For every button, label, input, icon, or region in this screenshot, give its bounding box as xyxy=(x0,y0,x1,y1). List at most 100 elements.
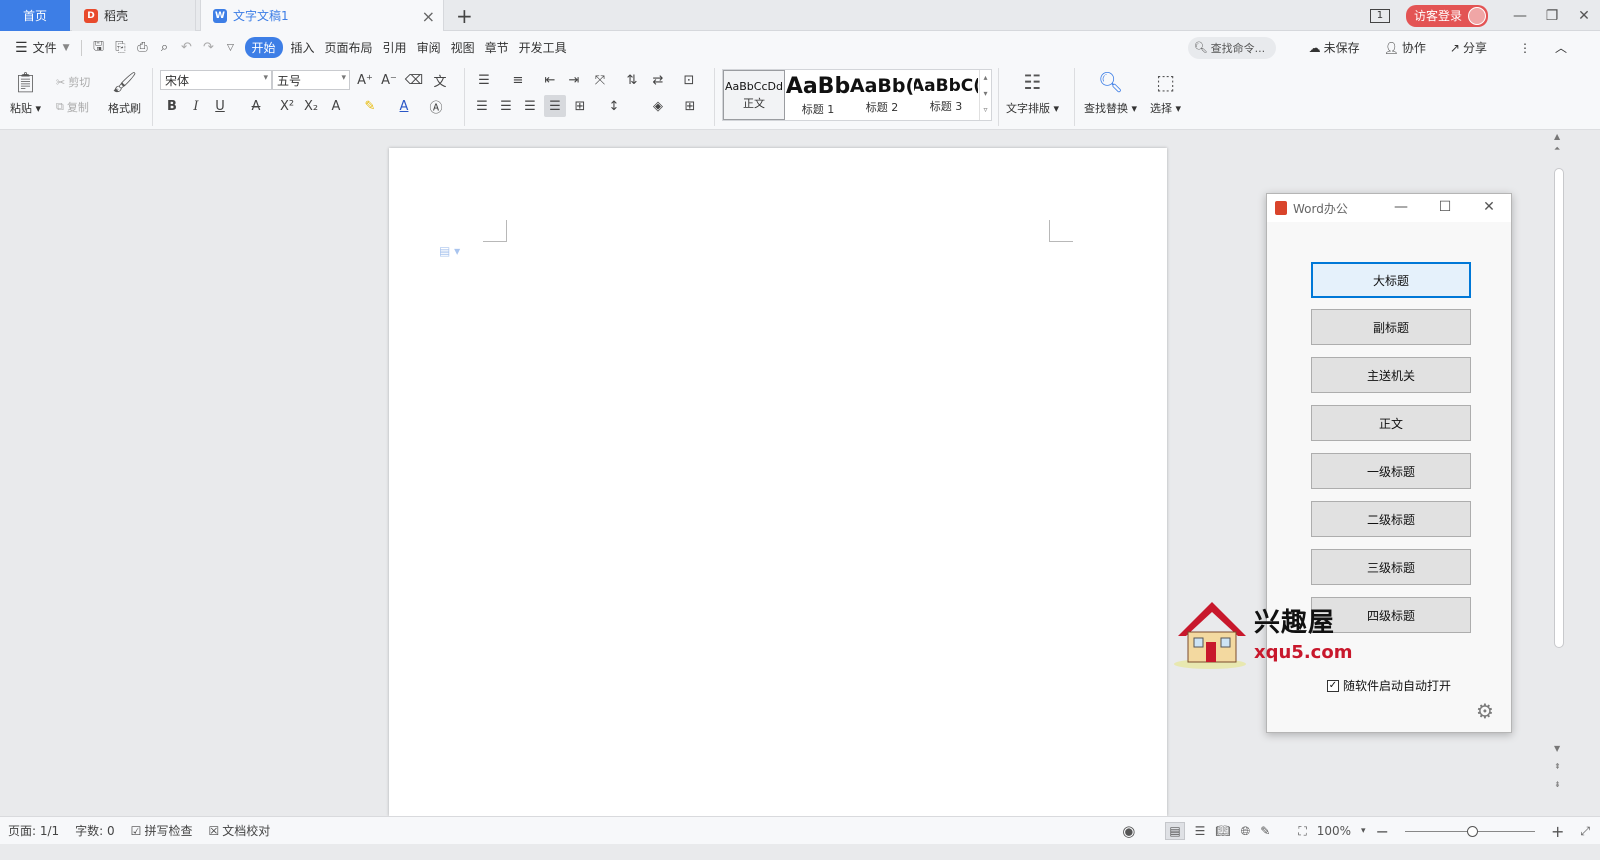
collapse-ribbon-icon[interactable]: ︿ xyxy=(1550,39,1572,56)
zoom-dropdown-icon[interactable]: ▾ xyxy=(1361,826,1366,836)
font-color-icon[interactable]: A xyxy=(394,96,414,116)
spell-check-button[interactable]: ☑ 拼写检查 xyxy=(123,822,201,839)
show-marks-icon[interactable]: ⊡ xyxy=(679,70,699,90)
tab-daoke[interactable]: D 稻壳 xyxy=(72,0,196,31)
paste-button[interactable]: 📋︎ 粘贴 ▾ xyxy=(10,68,41,116)
close-window-icon[interactable]: ✕ xyxy=(1568,8,1600,24)
strikethrough-icon[interactable]: A xyxy=(246,96,266,116)
fit-page-icon[interactable]: ⛶ xyxy=(1298,824,1306,839)
print-preview-icon[interactable]: ⌕ xyxy=(154,40,176,55)
print-icon[interactable]: ⎙ xyxy=(132,40,154,55)
unsaved-button[interactable]: ☁ 未保存 xyxy=(1304,39,1365,56)
share-button[interactable]: ↗ 分享 xyxy=(1445,39,1492,56)
increase-indent-icon[interactable]: ⇥ xyxy=(564,70,584,90)
level-3-heading-button[interactable]: 三级标题 xyxy=(1311,549,1471,585)
text-layout-button[interactable]: ☷ 文字排版 ▾ xyxy=(1006,68,1059,116)
level-2-heading-button[interactable]: 二级标题 xyxy=(1311,501,1471,537)
align-left-icon[interactable]: ☰ xyxy=(472,96,492,116)
autostart-checkbox[interactable]: ✓ 随软件启动自动打开 xyxy=(1327,677,1451,694)
highlight-icon[interactable]: ✎ xyxy=(360,96,380,116)
tab-page-layout[interactable]: 页面布局 xyxy=(320,39,378,56)
document-page[interactable]: ▤ ▾ xyxy=(389,148,1167,816)
phonetic-guide-icon[interactable]: 文 xyxy=(430,70,450,90)
line-spacing-icon[interactable]: ↕ xyxy=(604,96,624,116)
export-icon[interactable]: ⎘ xyxy=(110,40,132,55)
superscript-icon[interactable]: X² xyxy=(277,96,297,116)
zoom-slider[interactable] xyxy=(1404,825,1535,837)
find-replace-button[interactable]: 🔍︎ 查找替换 ▾ xyxy=(1084,68,1137,116)
new-tab-plus-icon[interactable]: + xyxy=(456,4,473,28)
tab-developer[interactable]: 开发工具 xyxy=(514,39,572,56)
recipient-button[interactable]: 主送机关 xyxy=(1311,357,1471,393)
font-name-select[interactable]: 宋体 xyxy=(160,70,272,90)
grow-font-icon[interactable]: A⁺ xyxy=(355,70,375,90)
reading-view-icon[interactable]: 📖︎ xyxy=(1215,824,1230,838)
align-right-icon[interactable]: ☰ xyxy=(520,96,540,116)
justify-icon[interactable]: ☰ xyxy=(545,96,565,116)
fullscreen-icon[interactable]: ⤢ xyxy=(1580,824,1590,839)
shading-icon[interactable]: ◈ xyxy=(648,96,668,116)
file-menu[interactable]: ☰ 文件 ▼ xyxy=(10,39,75,56)
paragraph-direction-icon[interactable]: ⇄ xyxy=(648,70,668,90)
bold-icon[interactable]: B xyxy=(162,96,182,116)
scrollbar-thumb[interactable] xyxy=(1554,168,1564,648)
next-page-icon[interactable]: ⇟ xyxy=(1554,780,1561,789)
text-effect-icon[interactable]: A xyxy=(326,96,346,116)
style-heading-2[interactable]: AaBb( 标题 2 xyxy=(850,70,914,120)
prev-page-icon[interactable]: ⇞ xyxy=(1554,762,1561,771)
doc-proof-button[interactable]: ☒ 文档校对 xyxy=(200,822,278,839)
zoom-in-icon[interactable]: + xyxy=(1551,822,1564,841)
save-icon[interactable]: 🖫 xyxy=(88,37,110,59)
subscript-icon[interactable]: X₂ xyxy=(301,96,321,116)
borders-icon[interactable]: ⊞ xyxy=(680,96,700,116)
shrink-font-icon[interactable]: A⁻ xyxy=(379,70,399,90)
zoom-level[interactable]: 100% xyxy=(1317,824,1351,838)
align-center-icon[interactable]: ☰ xyxy=(496,96,516,116)
clear-format-icon[interactable]: ⌫ xyxy=(404,70,424,90)
chinese-layout-icon[interactable]: ⤧ xyxy=(590,70,610,90)
more-options-icon[interactable]: ⋮ xyxy=(1514,41,1536,55)
collaborate-button[interactable]: 👤︎ 协作 xyxy=(1379,39,1431,56)
undo-icon[interactable]: ↶ xyxy=(176,40,198,55)
tab-view[interactable]: 视图 xyxy=(446,39,480,56)
tab-references[interactable]: 引用 xyxy=(378,39,412,56)
command-search-input[interactable]: 🔍︎ 查找命令... xyxy=(1187,36,1276,59)
numbered-list-icon[interactable]: ≡ xyxy=(508,70,528,90)
dialog-minimize-icon[interactable]: — xyxy=(1391,199,1411,215)
redo-icon[interactable]: ↷ xyxy=(198,40,220,55)
close-tab-icon[interactable]: × xyxy=(422,7,435,26)
tab-insert[interactable]: 插入 xyxy=(286,39,320,56)
style-heading-1[interactable]: AaBb 标题 1 xyxy=(786,70,850,120)
guest-login-button[interactable]: 访客登录 xyxy=(1405,4,1488,27)
dialog-maximize-icon[interactable]: ☐ xyxy=(1435,199,1455,215)
subtitle-button[interactable]: 副标题 xyxy=(1311,309,1471,345)
outline-view-icon[interactable]: ☰ xyxy=(1195,824,1206,838)
style-normal[interactable]: AaBbCcDd 正文 xyxy=(723,70,785,120)
distributed-align-icon[interactable]: ⊞ xyxy=(570,96,590,116)
sort-icon[interactable]: ⇅ xyxy=(622,70,642,90)
copy-button[interactable]: ⧉ 复制 xyxy=(56,99,89,115)
tab-start[interactable]: 开始 xyxy=(244,37,283,58)
char-border-icon[interactable]: Ⓐ xyxy=(426,96,446,116)
word-count[interactable]: 字数: 0 xyxy=(67,822,123,839)
restore-icon[interactable]: ❐ xyxy=(1536,8,1568,24)
gear-icon[interactable]: ⚙ xyxy=(1476,699,1494,723)
zoom-slider-knob[interactable] xyxy=(1466,825,1478,837)
decrease-indent-icon[interactable]: ⇤ xyxy=(540,70,560,90)
tab-home[interactable]: 首页 xyxy=(0,0,70,31)
quick-access-dropdown-icon[interactable]: ▽ xyxy=(220,43,242,53)
styles-scroll-icon[interactable]: ▴ ▾ ▿ xyxy=(979,70,991,120)
tab-sections[interactable]: 章节 xyxy=(480,39,514,56)
scroll-down-icon[interactable]: ▼ xyxy=(1554,744,1560,753)
tab-document[interactable]: W 文字文稿1 × xyxy=(200,0,444,31)
page-view-icon[interactable]: ▤ xyxy=(1165,822,1185,840)
style-heading-3[interactable]: AaBbC( 标题 3 xyxy=(914,70,978,120)
font-size-select[interactable]: 五号 xyxy=(272,70,350,90)
zoom-out-icon[interactable]: − xyxy=(1376,822,1389,841)
body-text-button[interactable]: 正文 xyxy=(1311,405,1471,441)
tab-review[interactable]: 审阅 xyxy=(412,39,446,56)
level-1-heading-button[interactable]: 一级标题 xyxy=(1311,453,1471,489)
page-indicator[interactable]: 页面: 1/1 xyxy=(0,822,67,839)
cut-button[interactable]: ✂ 剪切 xyxy=(56,74,90,90)
scroll-page-up-icon[interactable]: ⏶ xyxy=(1554,144,1560,154)
